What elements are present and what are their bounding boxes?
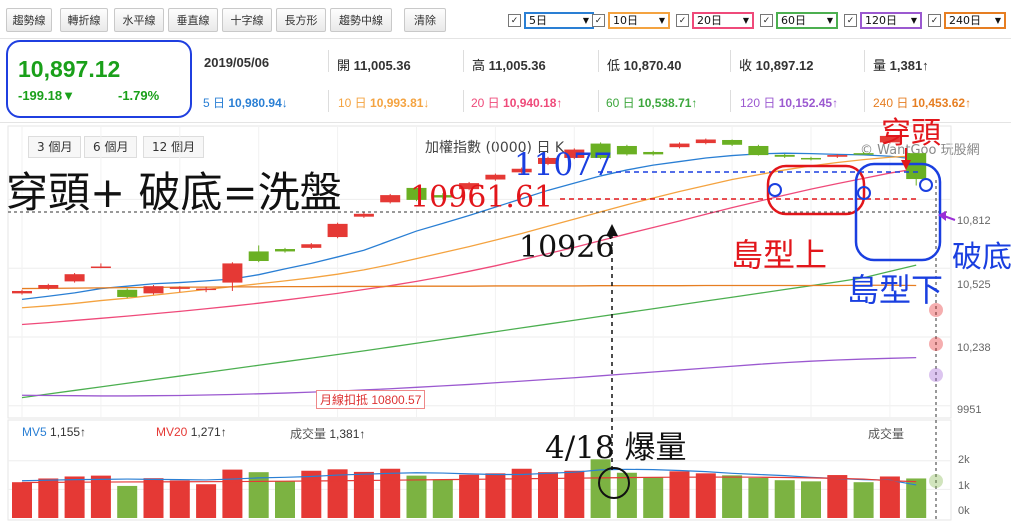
volume-bar xyxy=(380,468,401,518)
volume-bar xyxy=(327,469,348,518)
volume-tick-label: 0k xyxy=(958,505,970,517)
candle-body xyxy=(301,244,322,248)
candle-body xyxy=(248,251,269,262)
mv5-readout: MV5 1,155↑ xyxy=(22,425,86,439)
volume-bar xyxy=(301,470,322,518)
candle-body xyxy=(801,157,821,160)
mv5-value: 1,155↑ xyxy=(50,425,87,439)
candle-body xyxy=(774,154,795,157)
month-line-label: 月線扣抵 10800.57 xyxy=(316,390,426,409)
volume-value: 1,381↑ xyxy=(329,427,366,441)
breakdown-annotation: 破底 xyxy=(952,240,1011,275)
candle-body xyxy=(695,139,716,144)
y-tick-label: 10,238 xyxy=(957,342,991,354)
candle-body xyxy=(222,263,243,283)
candle-body xyxy=(722,139,743,145)
volume-bar xyxy=(432,479,453,518)
volume-label: 成交量 xyxy=(290,427,327,441)
volume-bar xyxy=(353,471,374,518)
candle-body xyxy=(327,223,348,238)
candle-body xyxy=(616,145,637,155)
volume-bar xyxy=(853,482,874,518)
volume-bar xyxy=(643,477,664,518)
peak-level-annotation: 11077 xyxy=(514,147,613,183)
candle-body xyxy=(853,153,874,155)
volume-bar xyxy=(669,471,690,518)
gap-level-annotation: 10961.61 xyxy=(410,180,554,215)
mv5-label: MV5 xyxy=(22,425,47,439)
candle-body xyxy=(827,155,848,157)
island-top-annotation: 島型上 xyxy=(731,236,828,274)
volume-series xyxy=(12,459,927,518)
value-marker-dot xyxy=(929,337,943,351)
volume-bar xyxy=(616,472,637,518)
volume-bar xyxy=(248,472,269,518)
volume-bar xyxy=(143,478,164,518)
candle-body xyxy=(380,195,401,203)
volume-bar xyxy=(827,475,848,518)
volume-bar xyxy=(117,485,138,518)
volume-pane-title: 成交量 xyxy=(868,427,905,441)
volume-bar xyxy=(748,477,769,518)
candle-body xyxy=(143,286,164,294)
volume-bar xyxy=(169,480,190,518)
island-bottom-annotation: 島型下 xyxy=(847,271,944,309)
volume-bar xyxy=(406,475,427,518)
volume-tick-label: 1k xyxy=(958,480,970,492)
breakout-annotation: 穿頭 xyxy=(881,116,941,151)
candle-body xyxy=(117,289,138,297)
y-tick-label: 9951 xyxy=(957,404,982,416)
volume-bar xyxy=(722,475,743,518)
candle-body xyxy=(38,284,59,289)
mv20-readout: MV20 1,271↑ xyxy=(156,425,227,439)
volume-bar xyxy=(511,468,532,518)
candle-body xyxy=(643,151,664,155)
value-marker-dot xyxy=(929,474,943,488)
volume-bar xyxy=(485,473,506,518)
candle-body xyxy=(906,153,927,180)
volume-bar xyxy=(275,481,295,518)
y-tick-label: 10,812 xyxy=(957,215,991,227)
volume-bar xyxy=(774,480,795,518)
gap-marker-circle xyxy=(768,183,782,197)
candle-body xyxy=(90,266,111,269)
candle-body xyxy=(485,174,506,180)
candle-body xyxy=(64,274,85,282)
ma-line-120日 xyxy=(21,356,917,397)
candle-body xyxy=(12,290,32,294)
candle-body xyxy=(748,145,769,156)
volume-bar xyxy=(38,478,59,518)
value-marker-dot xyxy=(929,368,943,382)
candle-body xyxy=(353,213,374,217)
candlestick-chart xyxy=(7,125,956,521)
support-level-annotation: 10926 xyxy=(519,230,615,265)
volume-bar xyxy=(12,482,32,518)
volume-burst-annotation: 4/18 爆量 xyxy=(545,430,687,466)
candle-body xyxy=(196,288,217,291)
mv20-value: 1,271↑ xyxy=(190,425,227,439)
volume-readout: 成交量 1,381↑ xyxy=(290,425,365,442)
island-top-outline xyxy=(766,164,866,216)
wash-annotation: 穿頭+ 破底=洗盤 xyxy=(6,168,342,217)
volume-bar xyxy=(695,473,716,518)
mv20-label: MV20 xyxy=(156,425,188,439)
y-tick-label: 10,525 xyxy=(957,279,991,291)
volume-bar xyxy=(196,484,217,518)
candle-body xyxy=(275,249,295,252)
volume-bar xyxy=(801,481,821,518)
volume-bar xyxy=(459,474,480,518)
volume-bar xyxy=(222,469,243,518)
candle-body xyxy=(669,143,690,148)
volume-bar xyxy=(879,476,900,518)
gap-marker-circle xyxy=(919,178,933,192)
volume-tick-label: 2k xyxy=(958,454,970,466)
candle-body xyxy=(169,287,190,289)
